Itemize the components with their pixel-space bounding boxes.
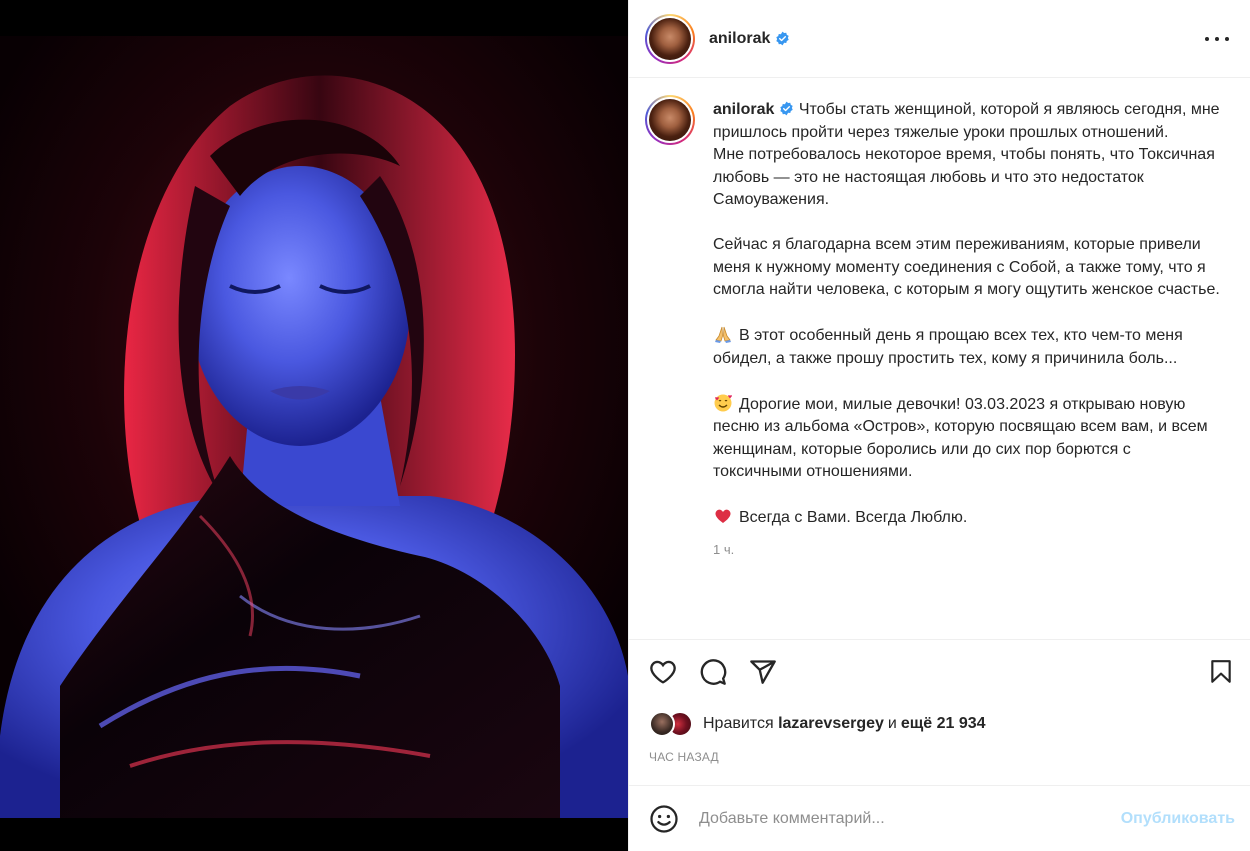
bookmark-icon <box>1211 660 1231 683</box>
post-side-panel: anilorak anilorak Чтобы стать женщиной, … <box>628 0 1250 851</box>
author-username[interactable]: anilorak <box>709 30 770 48</box>
publish-comment-button[interactable]: Опубликовать <box>1121 810 1235 828</box>
comment-bubble-icon <box>700 659 727 685</box>
verified-badge-icon <box>775 31 790 46</box>
post-caption: anilorak Чтобы стать женщиной, которой я… <box>713 99 1223 530</box>
like-button[interactable] <box>649 658 677 686</box>
caption-paragraph-2: Сейчас я благодарна всем этим переживани… <box>713 236 1220 298</box>
save-button[interactable] <box>1207 658 1235 686</box>
heart-icon <box>650 660 676 684</box>
smiling-face-with-hearts-emoji-icon <box>713 393 733 413</box>
comment-composer: Опубликовать <box>629 785 1250 851</box>
more-horizontal-icon <box>1205 37 1209 41</box>
caption-timestamp[interactable]: 1 ч. <box>713 542 1235 557</box>
likes-prefix: Нравится <box>703 715 774 732</box>
likes-count-link[interactable]: ещё 21 934 <box>901 715 986 733</box>
comment-input[interactable] <box>699 809 1121 828</box>
caption-paragraph-5: Всегда с Вами. Всегда Люблю. <box>739 509 968 526</box>
post-modal: anilorak anilorak Чтобы стать женщиной, … <box>0 0 1250 851</box>
caption-section: anilorak Чтобы стать женщиной, которой я… <box>629 79 1250 639</box>
post-media <box>0 0 628 851</box>
emoji-picker-button[interactable] <box>649 804 679 834</box>
comment-button[interactable] <box>699 658 727 686</box>
caption-paragraph-1: Чтобы стать женщиной, которой я являюсь … <box>713 101 1220 208</box>
post-photo[interactable] <box>0 36 628 818</box>
smile-emoji-icon <box>650 804 678 833</box>
liker-avatar <box>649 711 675 737</box>
portrait-image <box>0 36 628 818</box>
share-button[interactable] <box>749 658 777 686</box>
folded-hands-emoji-icon <box>713 324 733 344</box>
likes-middle-text: и <box>887 715 897 732</box>
post-header: anilorak <box>629 0 1250 78</box>
post-timestamp[interactable]: ЧАС НАЗАД <box>649 750 719 764</box>
verified-badge-icon <box>779 101 794 116</box>
red-heart-emoji-icon <box>713 506 733 526</box>
author-avatar[interactable] <box>645 13 695 64</box>
author-avatar-image <box>649 17 691 60</box>
caption-paragraph-3: В этот особенный день я прощаю всех тех,… <box>713 327 1188 367</box>
post-actions: Нравится lazarevsergey и ещё 21 934 ЧАС НА… <box>629 639 1250 785</box>
caption-paragraph-4: Дорогие мои, милые девочки! 03.03.2023 я… <box>713 395 1213 481</box>
likes-summary: Нравится lazarevsergey и ещё 21 934 <box>649 711 986 737</box>
more-options-button[interactable] <box>1205 27 1229 51</box>
likes-user-link[interactable]: lazarevsergey <box>778 715 884 733</box>
liker-avatars[interactable] <box>649 711 697 737</box>
caption-author-avatar[interactable] <box>645 95 695 145</box>
paper-plane-icon <box>750 660 776 684</box>
caption-username[interactable]: anilorak <box>713 101 774 118</box>
